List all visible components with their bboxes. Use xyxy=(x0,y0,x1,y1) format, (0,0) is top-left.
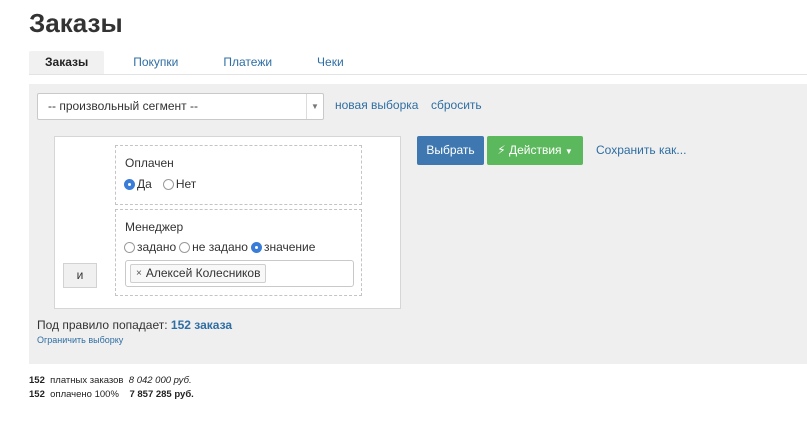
tabs-bar: Заказы Покупки Платежи Чеки xyxy=(29,51,373,74)
radio-manager-set[interactable]: задано xyxy=(124,240,176,254)
rule-paid-options: Да Нет xyxy=(124,177,199,191)
stats-row-paid-orders: 152 платных заказов 8 042 000 руб. xyxy=(29,375,192,386)
lightning-icon: ⚡︎ xyxy=(497,143,506,157)
tabs-divider xyxy=(29,74,807,75)
stats-row-paid-percent: 152 оплачено 100% 7 857 285 руб. xyxy=(29,389,194,400)
chevron-down-icon[interactable]: ▼ xyxy=(306,94,323,119)
radio-checked-icon xyxy=(124,178,135,190)
segment-select-value: -- произвольный сегмент -- xyxy=(48,99,198,113)
manager-token: × Алексей Колесников xyxy=(130,264,267,283)
stats-label: платных заказов xyxy=(50,375,124,386)
new-selection-link[interactable]: новая выборка xyxy=(335,98,418,112)
tab-payments[interactable]: Платежи xyxy=(207,51,288,74)
radio-paid-no-label: Нет xyxy=(175,177,197,191)
result-prefix: Под правило попадает: xyxy=(37,318,168,332)
tab-orders[interactable]: Заказы xyxy=(29,51,105,74)
radio-manager-unset[interactable]: не задано xyxy=(179,240,248,254)
stats-count: 152 xyxy=(29,389,45,400)
and-operator-button[interactable]: и xyxy=(63,263,97,288)
stats-amount: 7 857 285 руб. xyxy=(129,389,194,400)
limit-selection-link[interactable]: Ограничить выборку xyxy=(37,335,123,345)
rule-manager-title: Менеджер xyxy=(125,220,184,234)
radio-checked-icon xyxy=(250,241,262,253)
save-as-link[interactable]: Сохранить как... xyxy=(596,143,686,157)
radio-paid-no[interactable]: Нет xyxy=(162,177,197,191)
radio-manager-unset-label: не задано xyxy=(192,240,248,254)
rule-manager-options: задано не задано значение xyxy=(124,240,318,254)
result-count: Под правило попадает: 152 заказа xyxy=(37,318,232,332)
tab-receipts[interactable]: Чеки xyxy=(301,51,360,74)
radio-unchecked-icon xyxy=(162,178,174,190)
select-button[interactable]: Выбрать xyxy=(417,136,484,165)
manager-token-label: Алексей Колесников xyxy=(145,266,261,280)
filter-panel: -- произвольный сегмент -- ▼ новая выбор… xyxy=(29,84,807,364)
page-title: Заказы xyxy=(29,8,123,38)
stats-count: 152 xyxy=(29,375,45,386)
segment-select[interactable]: -- произвольный сегмент -- ▼ xyxy=(37,93,324,120)
manager-token-input[interactable]: × Алексей Колесников xyxy=(125,260,354,287)
tab-purchases[interactable]: Покупки xyxy=(117,51,194,74)
caret-down-icon: ▼ xyxy=(564,147,573,156)
result-count-link[interactable]: 152 заказа xyxy=(171,318,232,332)
rule-paid: Оплачен Да Нет xyxy=(115,145,362,205)
radio-manager-set-label: задано xyxy=(137,240,177,254)
remove-token-icon[interactable]: × xyxy=(136,265,142,282)
radio-manager-value[interactable]: значение xyxy=(250,240,316,254)
reset-link[interactable]: сбросить xyxy=(431,98,482,112)
rule-paid-title: Оплачен xyxy=(125,156,174,170)
rules-box: и Оплачен Да Нет Менеджер задано не зада… xyxy=(54,136,401,309)
radio-unchecked-icon xyxy=(124,241,135,253)
radio-paid-yes[interactable]: Да xyxy=(124,177,152,191)
actions-dropdown-button[interactable]: ⚡︎ Действия ▼ xyxy=(487,136,583,165)
radio-paid-yes-label: Да xyxy=(137,177,152,191)
stats-amount: 8 042 000 руб. xyxy=(128,375,192,386)
radio-unchecked-icon xyxy=(179,241,191,253)
actions-button-label: Действия xyxy=(508,143,562,157)
radio-manager-value-label: значение xyxy=(263,240,316,254)
rule-manager: Менеджер задано не задано значение × Але… xyxy=(115,209,362,296)
stats-label: оплачено 100% xyxy=(50,389,119,400)
